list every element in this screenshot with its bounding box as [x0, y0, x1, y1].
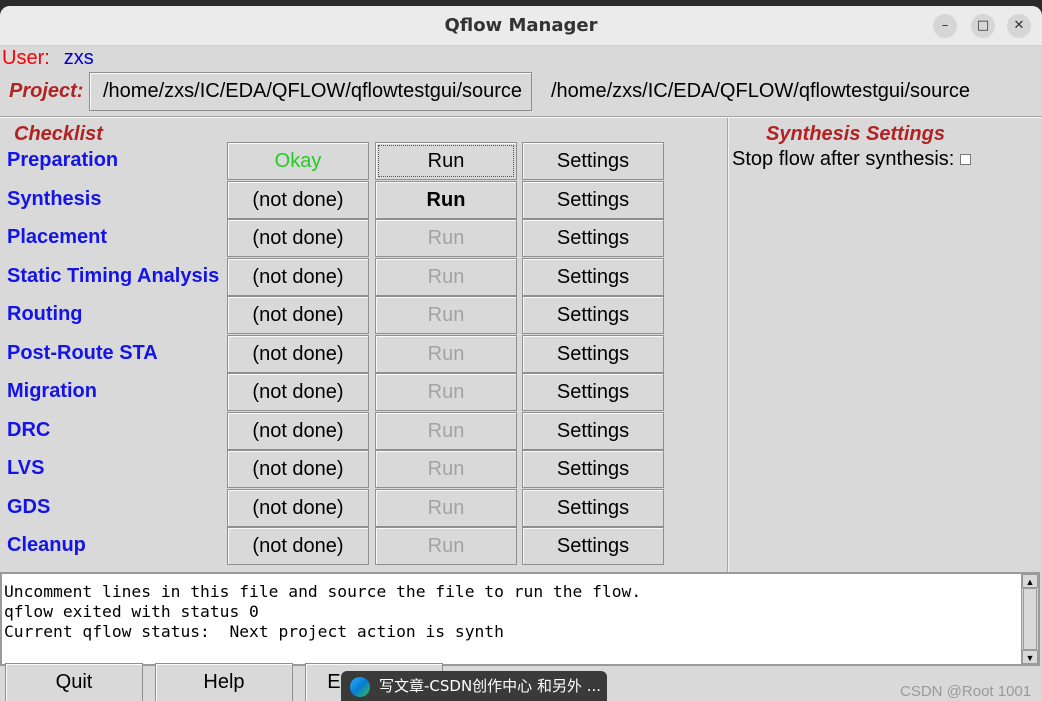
status-button[interactable]: (not done) [227, 258, 369, 296]
watermark: CSDN @Root 1001 [900, 683, 1032, 700]
status-button[interactable]: (not done) [227, 373, 369, 411]
run-button[interactable]: Run [375, 373, 517, 411]
console-line: Uncomment lines in this file and source … [4, 582, 642, 601]
status-button[interactable]: Okay [227, 142, 369, 180]
scroll-thumb[interactable] [1023, 588, 1037, 650]
step-label: Migration [7, 380, 97, 402]
scroll-down-icon[interactable]: ▼ [1022, 650, 1038, 664]
step-row-cleanup: Cleanup (not done) Run Settings [0, 527, 728, 565]
settings-button[interactable]: Settings [522, 450, 664, 488]
user-row: User: zxs [2, 47, 94, 70]
step-row-migration: Migration (not done) Run Settings [0, 373, 728, 411]
step-row-drc: DRC (not done) Run Settings [0, 412, 728, 450]
status-button[interactable]: (not done) [227, 181, 369, 219]
user-label: User: [2, 47, 50, 69]
synthesis-settings-title: Synthesis Settings [766, 123, 945, 145]
run-button[interactable]: Run [375, 258, 517, 296]
settings-button[interactable]: Settings [522, 142, 664, 180]
quit-button[interactable]: Quit [5, 663, 143, 701]
horizontal-separator [0, 116, 1042, 118]
step-row-synthesis: Synthesis (not done) Run Settings [0, 181, 728, 219]
step-row-placement: Placement (not done) Run Settings [0, 219, 728, 257]
project-path: /home/zxs/IC/EDA/QFLOW/qflowtestgui/sour… [551, 80, 971, 102]
run-button[interactable]: Run [375, 219, 517, 257]
run-button[interactable]: Run [375, 296, 517, 334]
status-button[interactable]: (not done) [227, 412, 369, 450]
run-button[interactable]: Run [375, 412, 517, 450]
step-label: Post-Route STA [7, 342, 158, 364]
settings-button[interactable]: Settings [522, 219, 664, 257]
settings-button[interactable]: Settings [522, 527, 664, 565]
run-button[interactable]: Run [375, 450, 517, 488]
close-icon[interactable]: ✕ [1007, 14, 1031, 38]
status-button[interactable]: (not done) [227, 450, 369, 488]
run-button[interactable]: Run [375, 181, 517, 219]
step-label: Synthesis [7, 188, 102, 210]
stop-flow-checkbox[interactable] [960, 154, 972, 166]
console-line: Current qflow status: Next project actio… [4, 622, 504, 641]
step-row-preparation: Preparation Okay Run Settings [0, 142, 728, 180]
step-label: Preparation [7, 149, 119, 171]
stop-flow-option: Stop flow after synthesis: [732, 148, 972, 171]
taskbar-popup-text: 写文章-CSDN创作中心 和另外 ... [379, 677, 602, 695]
settings-button[interactable]: Settings [522, 335, 664, 373]
step-label: Cleanup [7, 534, 86, 556]
settings-button[interactable]: Settings [522, 489, 664, 527]
maximize-icon[interactable]: □ [971, 14, 995, 38]
run-button[interactable]: Run [375, 335, 517, 373]
run-button[interactable]: Run [375, 527, 517, 565]
console-line: qflow exited with status 0 [4, 602, 259, 621]
step-label: Static Timing Analysis [7, 265, 220, 287]
project-select-button[interactable]: /home/zxs/IC/EDA/QFLOW/qflowtestgui/sour… [89, 72, 532, 111]
step-row-static-timing-analysis: Static Timing Analysis (not done) Run Se… [0, 258, 728, 296]
user-value: zxs [63, 47, 94, 69]
console-text: Uncomment lines in this file and source … [4, 582, 641, 642]
settings-button[interactable]: Settings [522, 258, 664, 296]
minimize-icon[interactable]: – [933, 14, 957, 38]
window-title: Qflow Manager [444, 15, 598, 36]
run-button[interactable]: Run [375, 142, 517, 180]
status-button[interactable]: (not done) [227, 296, 369, 334]
step-label: LVS [7, 457, 45, 479]
scroll-up-icon[interactable]: ▲ [1022, 574, 1038, 588]
step-label: GDS [7, 496, 51, 518]
stop-flow-label: Stop flow after synthesis: [732, 148, 955, 170]
status-button[interactable]: (not done) [227, 219, 369, 257]
step-label: Routing [7, 303, 83, 325]
title-bar[interactable]: Qflow Manager – □ ✕ [0, 6, 1042, 46]
qflow-manager-window: Qflow Manager – □ ✕ User: zxs Project: /h… [0, 6, 1042, 701]
step-label: Placement [7, 226, 108, 248]
settings-button[interactable]: Settings [522, 373, 664, 411]
edge-browser-icon [350, 677, 370, 697]
step-row-routing: Routing (not done) Run Settings [0, 296, 728, 334]
status-button[interactable]: (not done) [227, 527, 369, 565]
console-output[interactable]: Uncomment lines in this file and source … [0, 572, 1040, 666]
settings-button[interactable]: Settings [522, 296, 664, 334]
step-row-gds: GDS (not done) Run Settings [0, 489, 728, 527]
settings-button[interactable]: Settings [522, 412, 664, 450]
step-label: DRC [7, 419, 51, 441]
status-button[interactable]: (not done) [227, 335, 369, 373]
console-scrollbar[interactable]: ▲ ▼ [1021, 574, 1038, 664]
step-row-lvs: LVS (not done) Run Settings [0, 450, 728, 488]
help-button[interactable]: Help [155, 663, 293, 701]
status-button[interactable]: (not done) [227, 489, 369, 527]
settings-button[interactable]: Settings [522, 181, 664, 219]
run-button[interactable]: Run [375, 489, 517, 527]
step-row-post-route-sta: Post-Route STA (not done) Run Settings [0, 335, 728, 373]
project-label: Project: [9, 80, 84, 102]
taskbar-preview-popup[interactable]: 写文章-CSDN创作中心 和另外 ... [341, 671, 607, 701]
